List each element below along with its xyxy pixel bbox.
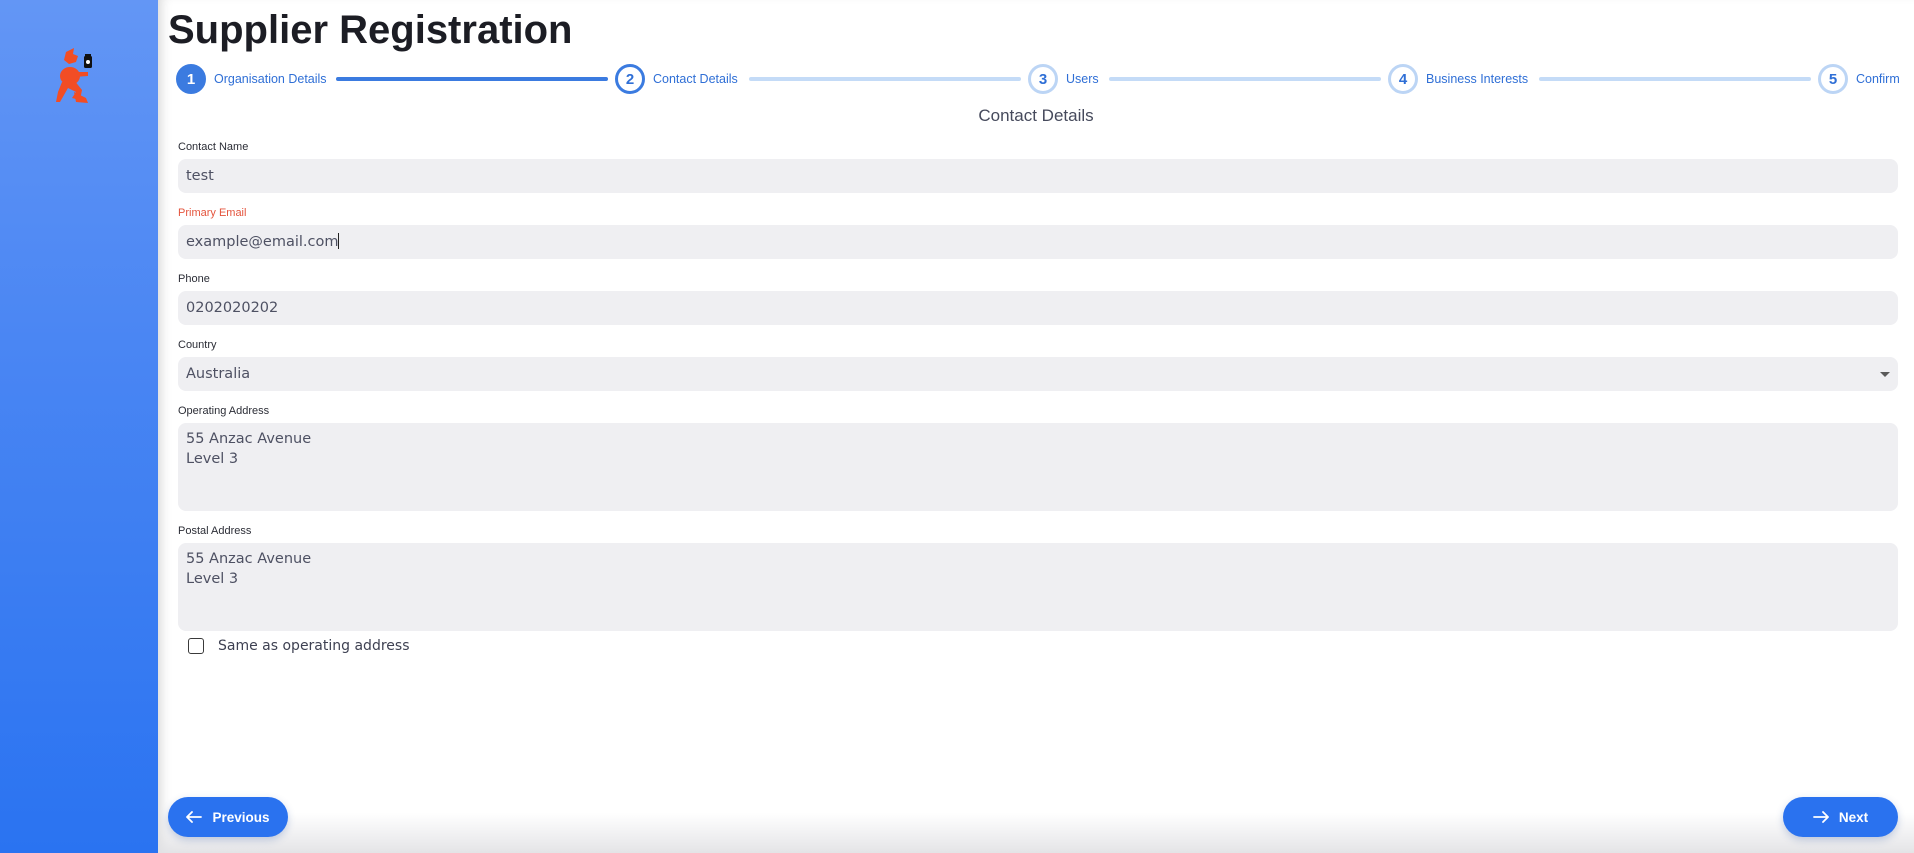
same-as-operating-checkbox[interactable] [188,638,204,654]
same-as-operating-option[interactable]: Same as operating address [188,638,409,654]
operating-address-label: Operating Address [178,405,270,417]
step-label: Users [1066,72,1099,86]
next-label: Next [1838,809,1869,825]
primary-email-field: Primary Email example@email.com [178,206,1898,259]
step-contact-details[interactable]: 2 Contact Details [615,64,738,94]
country-field: Country Australia [178,338,1898,391]
section-title: Contact Details [978,106,1094,125]
operating-address-textarea[interactable]: 55 Anzac Avenue Level 3 [178,423,1898,511]
logo-icon [56,48,92,103]
primary-email-input[interactable]: example@email.com [178,225,1898,259]
step-connector [336,77,608,81]
phone-label: Phone [178,273,210,285]
page-title: Supplier Registration [168,8,573,52]
arrow-left-icon [186,811,203,823]
step-label: Organisation Details [214,72,327,86]
contact-name-field: Contact Name test [178,140,1898,193]
step-number: 5 [1818,64,1848,94]
step-label: Business Interests [1426,72,1529,86]
step-connector [749,77,1021,81]
step-connector [1109,77,1381,81]
country-value: Australia [186,366,251,382]
step-label: Contact Details [653,72,738,86]
country-select[interactable]: Australia [178,357,1898,391]
next-button[interactable]: Next [1783,797,1898,837]
step-business-interests[interactable]: 4 Business Interests [1388,64,1528,94]
contact-name-label: Contact Name [178,141,249,153]
dropdown-arrow-icon [1880,372,1890,377]
progress-stepper: 1 Organisation Details 2 Contact Details… [176,64,1914,94]
sidebar [0,0,158,853]
phone-field: Phone 0202020202 [178,272,1898,325]
operating-address-field: Operating Address 55 Anzac Avenue Level … [178,404,1898,511]
step-connector [1539,77,1811,81]
step-number: 4 [1388,64,1418,94]
postal-address-textarea[interactable]: 55 Anzac Avenue Level 3 [178,543,1898,631]
previous-label: Previous [212,809,270,825]
step-number: 3 [1028,64,1058,94]
country-label: Country [178,339,217,351]
same-as-operating-label: Same as operating address [218,638,410,654]
postal-address-field: Postal Address 55 Anzac Avenue Level 3 [178,524,1898,631]
step-number: 1 [176,64,206,94]
footer-shadow [158,813,1914,853]
step-organisation-details[interactable]: 1 Organisation Details [176,64,327,94]
step-number: 2 [615,64,645,94]
step-users[interactable]: 3 Users [1028,64,1099,94]
primary-email-value: example@email.com [186,234,339,250]
contact-name-input[interactable]: test [178,159,1898,193]
postal-address-label: Postal Address [178,525,252,537]
text-caret [338,233,340,249]
previous-button[interactable]: Previous [168,797,288,837]
phone-input[interactable]: 0202020202 [178,291,1898,325]
step-confirm[interactable]: 5 Confirm [1818,64,1900,94]
step-label: Confirm [1856,72,1900,86]
arrow-right-icon [1812,811,1829,823]
main-content: Supplier Registration 1 Organisation Det… [158,0,1914,853]
primary-email-label: Primary Email [178,207,247,219]
